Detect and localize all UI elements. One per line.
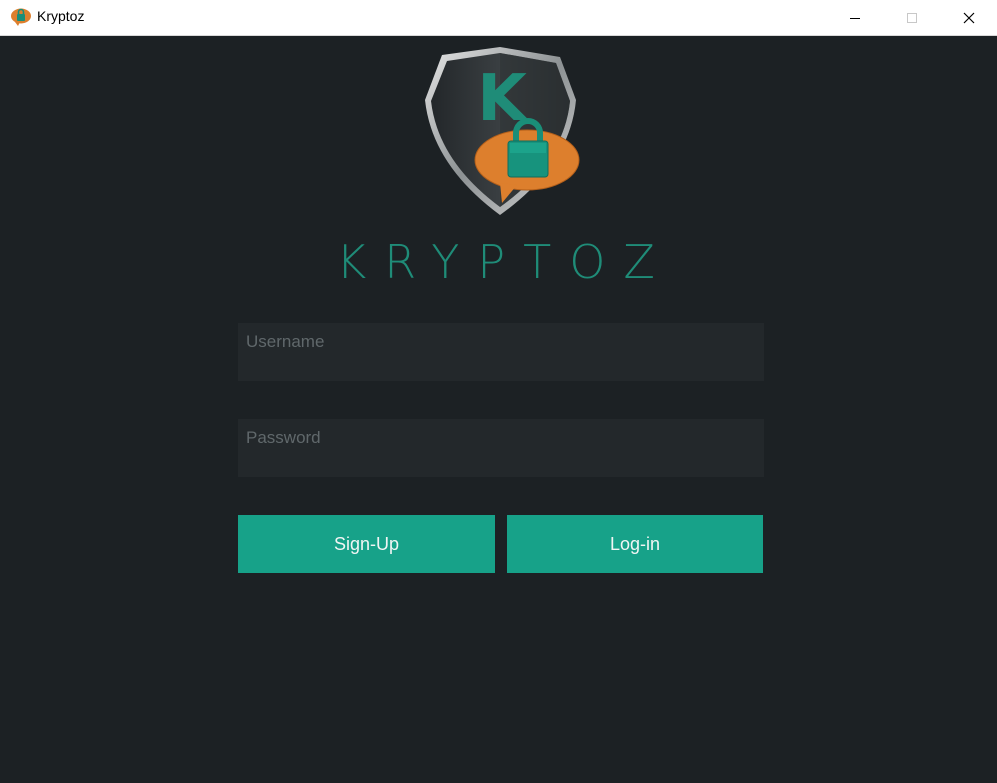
username-field-inner <box>238 323 764 361</box>
title-bar: Kryptoz <box>0 0 997 36</box>
minimize-icon <box>850 17 860 19</box>
kryptoz-shield-logo: K <box>425 47 580 215</box>
password-input[interactable] <box>238 419 764 457</box>
maximize-button[interactable] <box>883 0 941 35</box>
username-input[interactable] <box>238 323 764 361</box>
close-icon <box>963 12 975 23</box>
window-title: Kryptoz <box>37 8 85 24</box>
app-wordmark: KRYPTOZ <box>336 235 673 289</box>
close-button[interactable] <box>940 0 997 35</box>
app-icon <box>11 8 31 26</box>
password-field[interactable] <box>238 419 764 477</box>
maximize-icon <box>907 12 917 23</box>
signup-button[interactable]: Sign-Up <box>238 515 495 573</box>
password-field-inner <box>238 419 764 457</box>
username-field[interactable] <box>238 323 764 381</box>
login-button[interactable]: Log-in <box>507 515 763 573</box>
minimize-button[interactable] <box>826 0 884 35</box>
